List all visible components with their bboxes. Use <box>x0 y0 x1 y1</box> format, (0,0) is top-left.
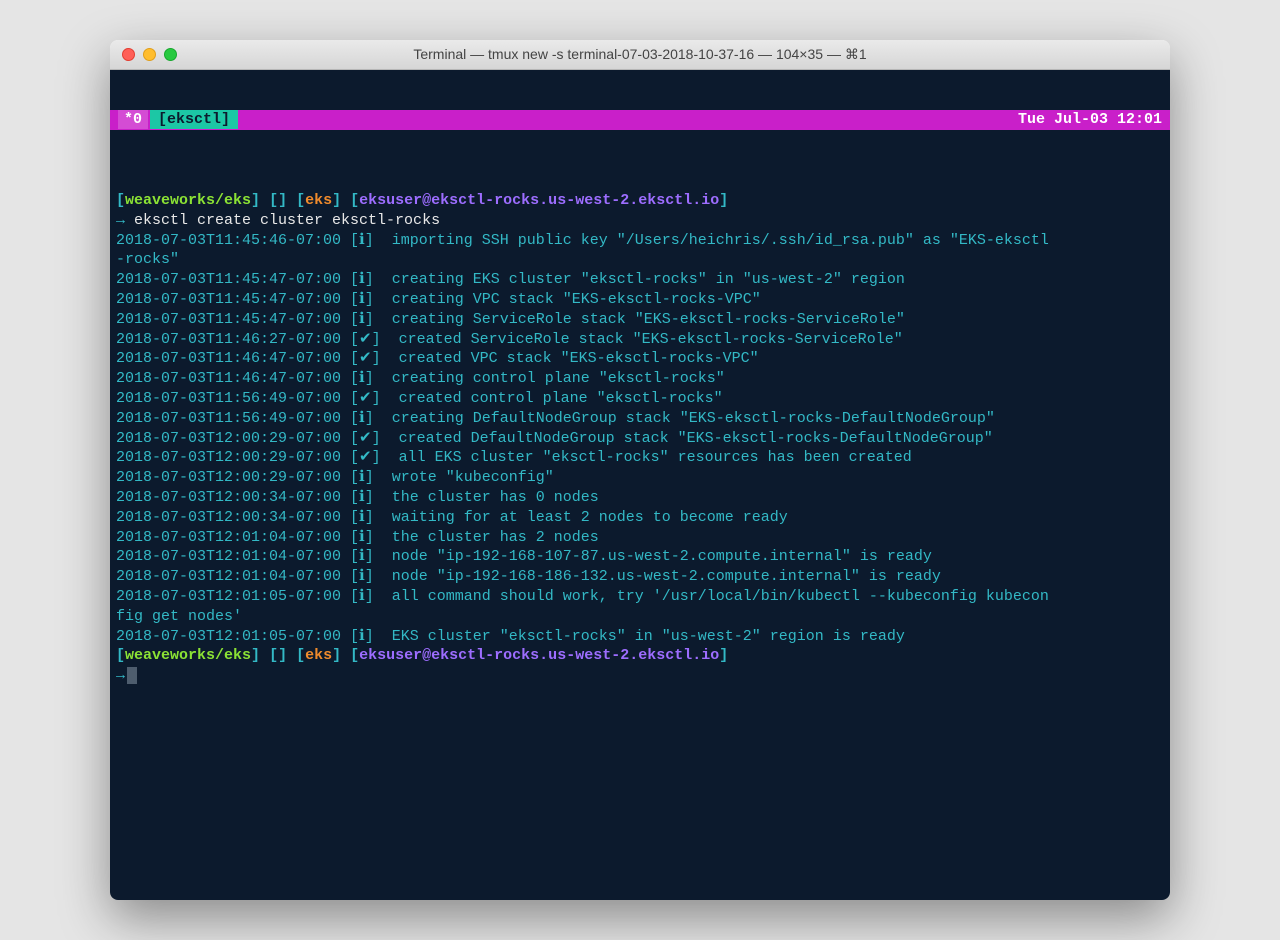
tmux-clock: Tue Jul-03 12:01 <box>1018 110 1162 130</box>
log-output: 2018-07-03T11:45:46-07:00 [ℹ] importing … <box>116 232 1049 645</box>
tmux-tab-name: [eksctl] <box>150 110 238 130</box>
tmux-statusbar: *0 [eksctl] Tue Jul-03 12:01 <box>110 110 1170 130</box>
br: ] <box>251 192 260 209</box>
br: ] <box>719 192 728 209</box>
br: [ <box>296 192 305 209</box>
br: [ <box>116 647 125 664</box>
prompt-arrow-icon: → <box>116 667 125 684</box>
command-text: eksctl create cluster eksctl-rocks <box>134 212 440 229</box>
br: ] <box>332 192 341 209</box>
prompt-repo: weaveworks/eks <box>125 647 251 664</box>
terminal-window: Terminal — tmux new -s terminal-07-03-20… <box>110 40 1170 900</box>
br: [ <box>350 192 359 209</box>
prompt-repo: weaveworks/eks <box>125 192 251 209</box>
br: [ <box>116 192 125 209</box>
terminal-content[interactable]: *0 [eksctl] Tue Jul-03 12:01 [weaveworks… <box>110 70 1170 900</box>
prompt-context: eks <box>305 647 332 664</box>
prompt-arrow-icon: → <box>116 212 134 229</box>
br: [ <box>296 647 305 664</box>
prompt-gap: [] <box>260 647 296 664</box>
br: [ <box>350 647 359 664</box>
prompt-context: eks <box>305 192 332 209</box>
br: ] <box>332 647 341 664</box>
prompt-line-2: [weaveworks/eks] [] [eks] [eksuser@eksct… <box>116 647 728 664</box>
titlebar[interactable]: Terminal — tmux new -s terminal-07-03-20… <box>110 40 1170 70</box>
br: ] <box>719 647 728 664</box>
prompt-user: eksuser@eksctl-rocks.us-west-2.eksctl.io <box>359 647 719 664</box>
tmux-tab-index: *0 <box>118 110 148 130</box>
prompt-line-1: [weaveworks/eks] [] [eks] [eksuser@eksct… <box>116 192 728 209</box>
br: ] <box>251 647 260 664</box>
prompt-gap: [] <box>260 192 296 209</box>
terminal-body: [weaveworks/eks] [] [eks] [eksuser@eksct… <box>110 189 1170 692</box>
window-title: Terminal — tmux new -s terminal-07-03-20… <box>110 46 1170 63</box>
prompt-user: eksuser@eksctl-rocks.us-west-2.eksctl.io <box>359 192 719 209</box>
cursor <box>127 667 137 684</box>
